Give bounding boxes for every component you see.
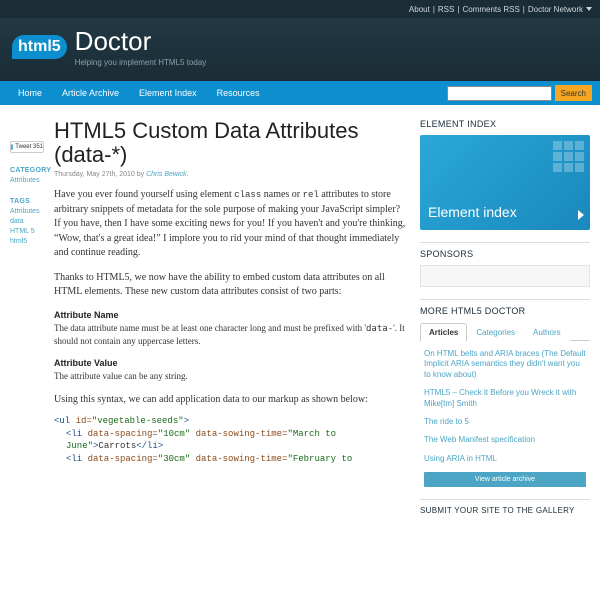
- sidebar-article-link[interactable]: The Web Manifest specification: [424, 435, 586, 445]
- tags-heading: TAGS: [10, 198, 46, 205]
- nav-home[interactable]: Home: [8, 88, 52, 98]
- tag-link[interactable]: html5: [10, 238, 46, 245]
- article-paragraph: Using this syntax, we can add applicatio…: [54, 393, 408, 408]
- tweet-button[interactable]: Tweet 351: [10, 141, 44, 153]
- search-form: Search: [447, 85, 592, 101]
- sidebar-heading-gallery: SUBMIT YOUR SITE TO THE GALLERY: [420, 499, 590, 515]
- article-paragraph: Have you ever found yourself using eleme…: [54, 188, 408, 261]
- author-link[interactable]: Chris Bewick: [146, 171, 186, 178]
- tag-link[interactable]: Attributes: [10, 208, 46, 215]
- twitter-bird-icon: [11, 144, 13, 150]
- left-rail: Tweet 351 CATEGORY Attributes TAGS Attri…: [10, 119, 46, 515]
- element-index-card[interactable]: Element index: [420, 135, 590, 230]
- inline-code: rel: [303, 190, 319, 200]
- sidebar-article-link[interactable]: HTML5 – Check it Before you Wreck it wit…: [424, 388, 586, 409]
- arrow-right-icon: [578, 210, 584, 220]
- chevron-down-icon: [586, 7, 592, 11]
- tweet-count: 351: [33, 144, 43, 150]
- tag-link[interactable]: data: [10, 218, 46, 225]
- search-button[interactable]: Search: [555, 85, 592, 101]
- attr-name-heading: Attribute Name: [54, 310, 408, 320]
- nav-element-index[interactable]: Element Index: [129, 88, 207, 98]
- logo-badge: html5: [12, 35, 67, 59]
- topbar-link-rss[interactable]: RSS: [438, 5, 454, 14]
- topbar-link-about[interactable]: About: [409, 5, 430, 14]
- site-header: html5 Doctor Helping you implement HTML5…: [0, 18, 600, 81]
- sidebar-article-link[interactable]: On HTML belts and ARIA braces (The Defau…: [424, 349, 586, 380]
- topbar-link-doctor-network[interactable]: Doctor Network: [528, 5, 583, 14]
- view-archive-button[interactable]: View article archive: [424, 472, 586, 487]
- article-meta: Thursday, May 27th, 2010 by Chris Bewick…: [54, 171, 408, 178]
- sidebar-article-link[interactable]: Using ARIA in HTML: [424, 454, 586, 464]
- grid-icon: [553, 141, 584, 172]
- article-paragraph: The attribute value can be any string.: [54, 370, 408, 383]
- search-input[interactable]: [447, 86, 552, 101]
- site-brand: Doctor: [75, 26, 207, 57]
- tag-link[interactable]: HTML 5: [10, 228, 46, 235]
- tab-articles[interactable]: Articles: [420, 323, 467, 341]
- inline-code: data-: [366, 324, 393, 334]
- sidebar-article-link[interactable]: The ride to 5: [424, 417, 586, 427]
- category-heading: CATEGORY: [10, 167, 46, 174]
- top-bar: About| RSS| Comments RSS| Doctor Network: [0, 0, 600, 18]
- code-block: <ul id="vegetable-seeds"> <li data-spaci…: [54, 415, 408, 465]
- article-paragraph: Thanks to HTML5, we now have the ability…: [54, 271, 408, 300]
- article-paragraph: The data attribute name must be at least…: [54, 322, 408, 348]
- article-content: HTML5 Custom Data Attributes (data-*) Th…: [46, 119, 420, 515]
- sidebar-heading-sponsors: SPONSORS: [420, 242, 590, 259]
- sidebar-article-list: On HTML belts and ARIA braces (The Defau…: [420, 341, 590, 464]
- sidebar-tabs: Articles Categories Authors: [420, 322, 590, 341]
- site-tagline: Helping you implement HTML5 today: [75, 58, 207, 67]
- sidebar: ELEMENT INDEX Element index SPONSORS MOR…: [420, 119, 590, 515]
- tab-authors[interactable]: Authors: [524, 323, 570, 341]
- category-link[interactable]: Attributes: [10, 177, 46, 184]
- nav-article-archive[interactable]: Article Archive: [52, 88, 129, 98]
- tweet-label: Tweet: [15, 144, 31, 150]
- topbar-link-comments-rss[interactable]: Comments RSS: [462, 5, 519, 14]
- nav-resources[interactable]: Resources: [207, 88, 270, 98]
- sidebar-heading-element-index: ELEMENT INDEX: [420, 119, 590, 129]
- sponsor-box: [420, 265, 590, 287]
- attr-value-heading: Attribute Value: [54, 358, 408, 368]
- sidebar-heading-more: MORE HTML5 DOCTOR: [420, 299, 590, 316]
- main-nav: Home Article Archive Element Index Resou…: [0, 81, 600, 105]
- element-index-label: Element index: [428, 204, 517, 220]
- article-title: HTML5 Custom Data Attributes (data-*): [54, 119, 408, 167]
- inline-code: class: [234, 190, 261, 200]
- tab-categories[interactable]: Categories: [467, 323, 524, 341]
